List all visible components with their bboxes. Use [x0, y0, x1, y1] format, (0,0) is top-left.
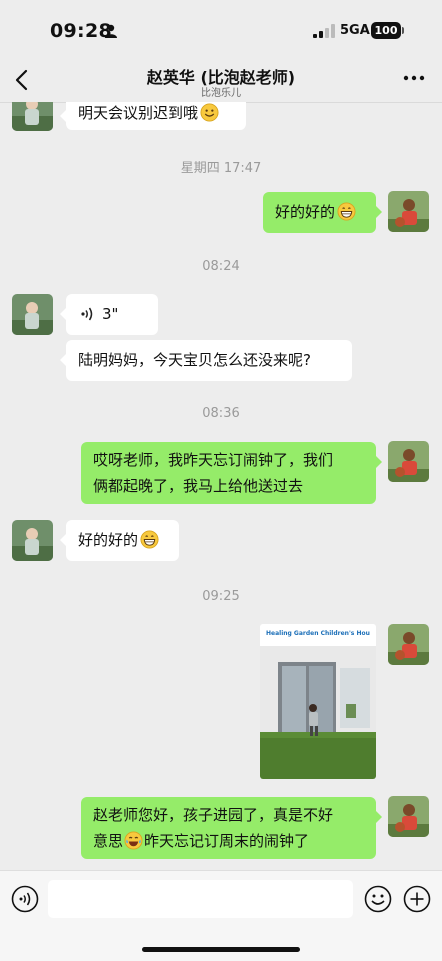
- message-text-line: 哎呀老师，我昨天忘订闹钟了，我们: [93, 451, 334, 469]
- status-bar: 09:28 5GA 100: [0, 0, 442, 62]
- signal-icon: [313, 24, 335, 38]
- grin-emoji-icon: [337, 202, 356, 221]
- message-text: 昨天忘记订周末的闹钟了: [144, 832, 310, 850]
- person-icon: [105, 24, 117, 38]
- my-avatar[interactable]: [388, 624, 429, 665]
- message-text-line: 赵老师您好，孩子进园了，真是不好: [93, 806, 334, 824]
- timestamp: 09:25: [202, 589, 240, 604]
- message-bubble-outgoing[interactable]: 好的好的: [263, 192, 382, 233]
- my-avatar[interactable]: [388, 796, 429, 837]
- message-text: 意思: [93, 832, 124, 850]
- timestamp: 08:36: [202, 406, 240, 421]
- message-bubble-incoming[interactable]: 明天会议别迟到哦: [60, 102, 246, 130]
- my-avatar[interactable]: [388, 441, 429, 482]
- message-text: 好的好的: [275, 203, 336, 221]
- message-bubble-incoming[interactable]: 陆明妈妈，今天宝贝怎么还没来呢?: [60, 340, 352, 381]
- chat-subtitle: 比泡乐儿: [201, 88, 241, 99]
- message-text: 陆明妈妈，今天宝贝怎么还没来呢?: [78, 351, 311, 369]
- laugh-cry-emoji-icon: [124, 831, 143, 850]
- message-text: 明天会议别迟到哦: [78, 104, 199, 122]
- teacher-avatar[interactable]: [12, 102, 53, 131]
- message-bubble-outgoing[interactable]: 哎呀老师，我昨天忘订闹钟了，我们 俩都起晚了，我马上给他送过去: [81, 442, 382, 504]
- teacher-avatar[interactable]: [12, 294, 53, 335]
- timestamp: 星期四 17:47: [180, 161, 262, 176]
- voice-wave-icon: [81, 307, 93, 321]
- battery-tip: [402, 27, 404, 34]
- voice-message-bubble[interactable]: 3": [60, 294, 158, 335]
- message-list[interactable]: 明天会议别迟到哦 星期四 17:47 好的好的 08:24 3" 陆明妈妈，今天…: [0, 102, 442, 870]
- photo-sign-text: Healing Garden Children's House: [266, 630, 370, 637]
- message-text-line-2: 意思 昨天忘记订周末的闹钟了: [93, 828, 364, 854]
- status-time: 09:28: [50, 20, 112, 42]
- message-bubble-incoming[interactable]: 好的好的: [60, 520, 179, 561]
- chat-header: 赵英华 (比泡赵老师) 比泡乐儿: [0, 62, 442, 103]
- battery-icon: 100: [371, 22, 401, 39]
- more-options-icon[interactable]: [401, 68, 427, 88]
- message-bubble-outgoing[interactable]: 赵老师您好，孩子进园了，真是不好 意思 昨天忘记订周末的闹钟了: [81, 797, 382, 859]
- input-bar: [0, 870, 442, 961]
- voice-duration: 3": [102, 305, 119, 323]
- emoji-picker-icon[interactable]: [364, 885, 392, 913]
- photo-message[interactable]: Healing Garden Children's House: [260, 624, 376, 779]
- voice-input-icon[interactable]: [11, 885, 39, 913]
- timestamp: 08:24: [202, 259, 240, 274]
- home-indicator: [142, 947, 300, 952]
- teacher-avatar[interactable]: [12, 520, 53, 561]
- smile-emoji-icon: [200, 103, 219, 122]
- message-text-line: 俩都起晚了，我马上给他送过去: [93, 477, 304, 495]
- my-avatar[interactable]: [388, 191, 429, 232]
- plus-icon[interactable]: [403, 885, 431, 913]
- message-input[interactable]: [48, 880, 353, 918]
- network-label: 5GA: [340, 23, 370, 38]
- message-text: 好的好的: [78, 531, 139, 549]
- grin-emoji-icon: [140, 530, 159, 549]
